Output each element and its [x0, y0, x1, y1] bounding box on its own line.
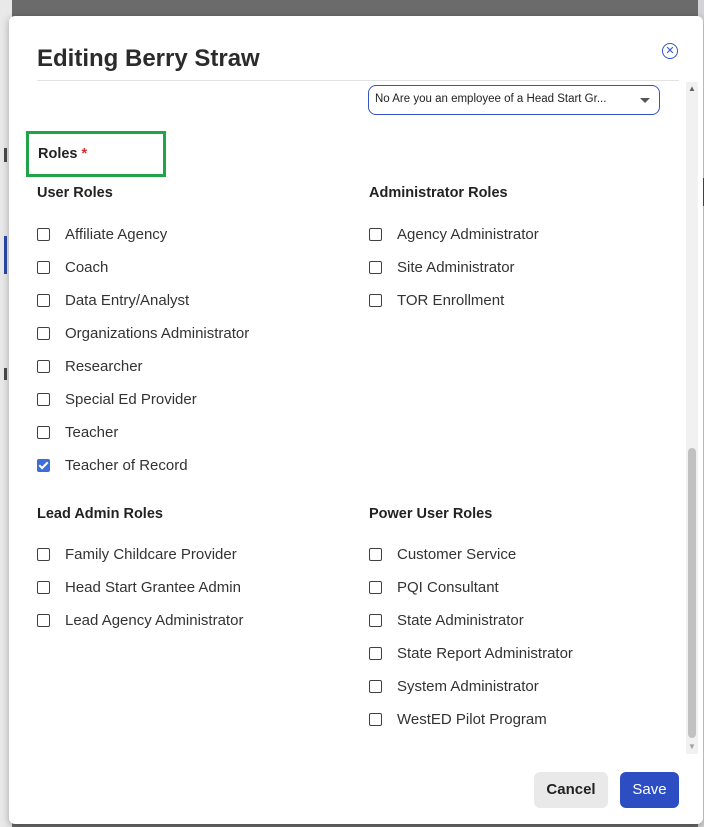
checkbox[interactable]: [369, 227, 382, 241]
save-button[interactable]: Save: [620, 772, 679, 808]
checkbox[interactable]: [37, 293, 50, 307]
user-role-checkbox-row[interactable]: Teacher: [37, 422, 118, 442]
power-user-role-checkbox-row[interactable]: State Administrator: [369, 610, 524, 630]
vertical-scrollbar[interactable]: ▲ ▼: [686, 82, 698, 754]
user-role-checkbox-row[interactable]: Teacher of Record: [37, 455, 188, 475]
checkbox-label: Coach: [65, 258, 109, 276]
checkbox[interactable]: [369, 293, 382, 307]
checkbox-label: State Administrator: [397, 611, 524, 629]
checkbox-label: Family Childcare Provider: [65, 545, 237, 563]
checkbox-label: WestED Pilot Program: [397, 710, 547, 728]
admin-role-checkbox-row[interactable]: Site Administrator: [369, 257, 515, 277]
power-user-role-checkbox-row[interactable]: Customer Service: [369, 544, 516, 564]
checkbox[interactable]: [37, 260, 50, 274]
scroll-up-arrow-icon[interactable]: ▲: [686, 82, 698, 96]
checkbox[interactable]: [369, 712, 382, 726]
checkbox-label: Researcher: [65, 357, 143, 375]
checkbox-label: Site Administrator: [397, 258, 515, 276]
checkbox-label: Customer Service: [397, 545, 517, 563]
checkbox[interactable]: [369, 260, 382, 274]
admin-role-checkbox-row[interactable]: Agency Administrator: [369, 224, 539, 244]
checkbox[interactable]: [369, 613, 382, 627]
checkbox-label: Organizations Administrator: [65, 324, 250, 342]
scroll-down-arrow-icon[interactable]: ▼: [686, 740, 698, 754]
head-start-employee-select[interactable]: No Are you an employee of a Head Start G…: [368, 85, 660, 115]
checkbox[interactable]: [37, 359, 50, 373]
checkbox-label: State Report Administrator: [397, 644, 573, 662]
checkbox-checked[interactable]: [37, 458, 50, 472]
checkbox[interactable]: [37, 547, 50, 561]
checkbox-label: Head Start Grantee Admin: [65, 578, 241, 596]
power-user-role-checkbox-row[interactable]: State Report Administrator: [369, 643, 573, 663]
dialog-title: Editing Berry Straw: [37, 45, 260, 72]
checkbox-label: Affiliate Agency: [65, 225, 168, 243]
checkbox-label: TOR Enrollment: [397, 291, 505, 309]
background-fragment: [4, 148, 7, 162]
checkbox[interactable]: [369, 679, 382, 693]
close-circle-icon[interactable]: ✕: [662, 43, 678, 59]
checkbox[interactable]: [37, 392, 50, 406]
checkbox-label: Agency Administrator: [397, 225, 539, 243]
checkbox[interactable]: [369, 646, 382, 660]
lead-admin-role-checkbox-row[interactable]: Head Start Grantee Admin: [37, 577, 241, 597]
checkbox-label: PQI Consultant: [397, 578, 499, 596]
background-fragment: [4, 236, 7, 274]
roles-label: Roles *: [38, 146, 88, 162]
user-role-checkbox-row[interactable]: Affiliate Agency: [37, 224, 167, 244]
select-value: No Are you an employee of a Head Start G…: [375, 93, 607, 105]
scrollbar-thumb[interactable]: [688, 448, 696, 738]
administrator-roles-title: Administrator Roles: [369, 185, 508, 201]
power-user-role-checkbox-row[interactable]: PQI Consultant: [369, 577, 499, 597]
user-role-checkbox-row[interactable]: Special Ed Provider: [37, 389, 197, 409]
power-user-roles-title: Power User Roles: [369, 506, 493, 522]
admin-role-checkbox-row[interactable]: TOR Enrollment: [369, 290, 504, 310]
user-role-checkbox-row[interactable]: Data Entry/Analyst: [37, 290, 189, 310]
checkbox[interactable]: [37, 227, 50, 241]
checkbox-label: System Administrator: [397, 677, 539, 695]
power-user-role-checkbox-row[interactable]: System Administrator: [369, 676, 539, 696]
checkbox-label: Teacher: [65, 423, 119, 441]
lead-admin-role-checkbox-row[interactable]: Family Childcare Provider: [37, 544, 237, 564]
checkbox[interactable]: [37, 425, 50, 439]
checkbox-label: Special Ed Provider: [65, 390, 197, 408]
user-role-checkbox-row[interactable]: Researcher: [37, 356, 143, 376]
power-user-role-checkbox-row[interactable]: WestED Pilot Program: [369, 709, 547, 729]
lead-admin-roles-title: Lead Admin Roles: [37, 506, 163, 522]
checkbox[interactable]: [37, 580, 50, 594]
lead-admin-role-checkbox-row[interactable]: Lead Agency Administrator: [37, 610, 243, 630]
background-fragment: [4, 368, 7, 380]
required-marker: *: [81, 146, 88, 162]
user-roles-title: User Roles: [37, 185, 113, 201]
cancel-button[interactable]: Cancel: [534, 772, 608, 808]
dropdown-arrow-icon: [640, 98, 650, 103]
checkbox[interactable]: [37, 613, 50, 627]
title-divider: [37, 80, 679, 81]
checkbox-label: Data Entry/Analyst: [65, 291, 190, 309]
checkbox[interactable]: [369, 580, 382, 594]
user-role-checkbox-row[interactable]: Organizations Administrator: [37, 323, 249, 343]
edit-user-dialog: Editing Berry Straw ✕ ▲ ▼ No Are you an …: [9, 16, 703, 824]
user-role-checkbox-row[interactable]: Coach: [37, 257, 108, 277]
checkbox-label: Teacher of Record: [65, 456, 188, 474]
checkbox-label: Lead Agency Administrator: [65, 611, 244, 629]
checkbox[interactable]: [37, 326, 50, 340]
checkbox[interactable]: [369, 547, 382, 561]
